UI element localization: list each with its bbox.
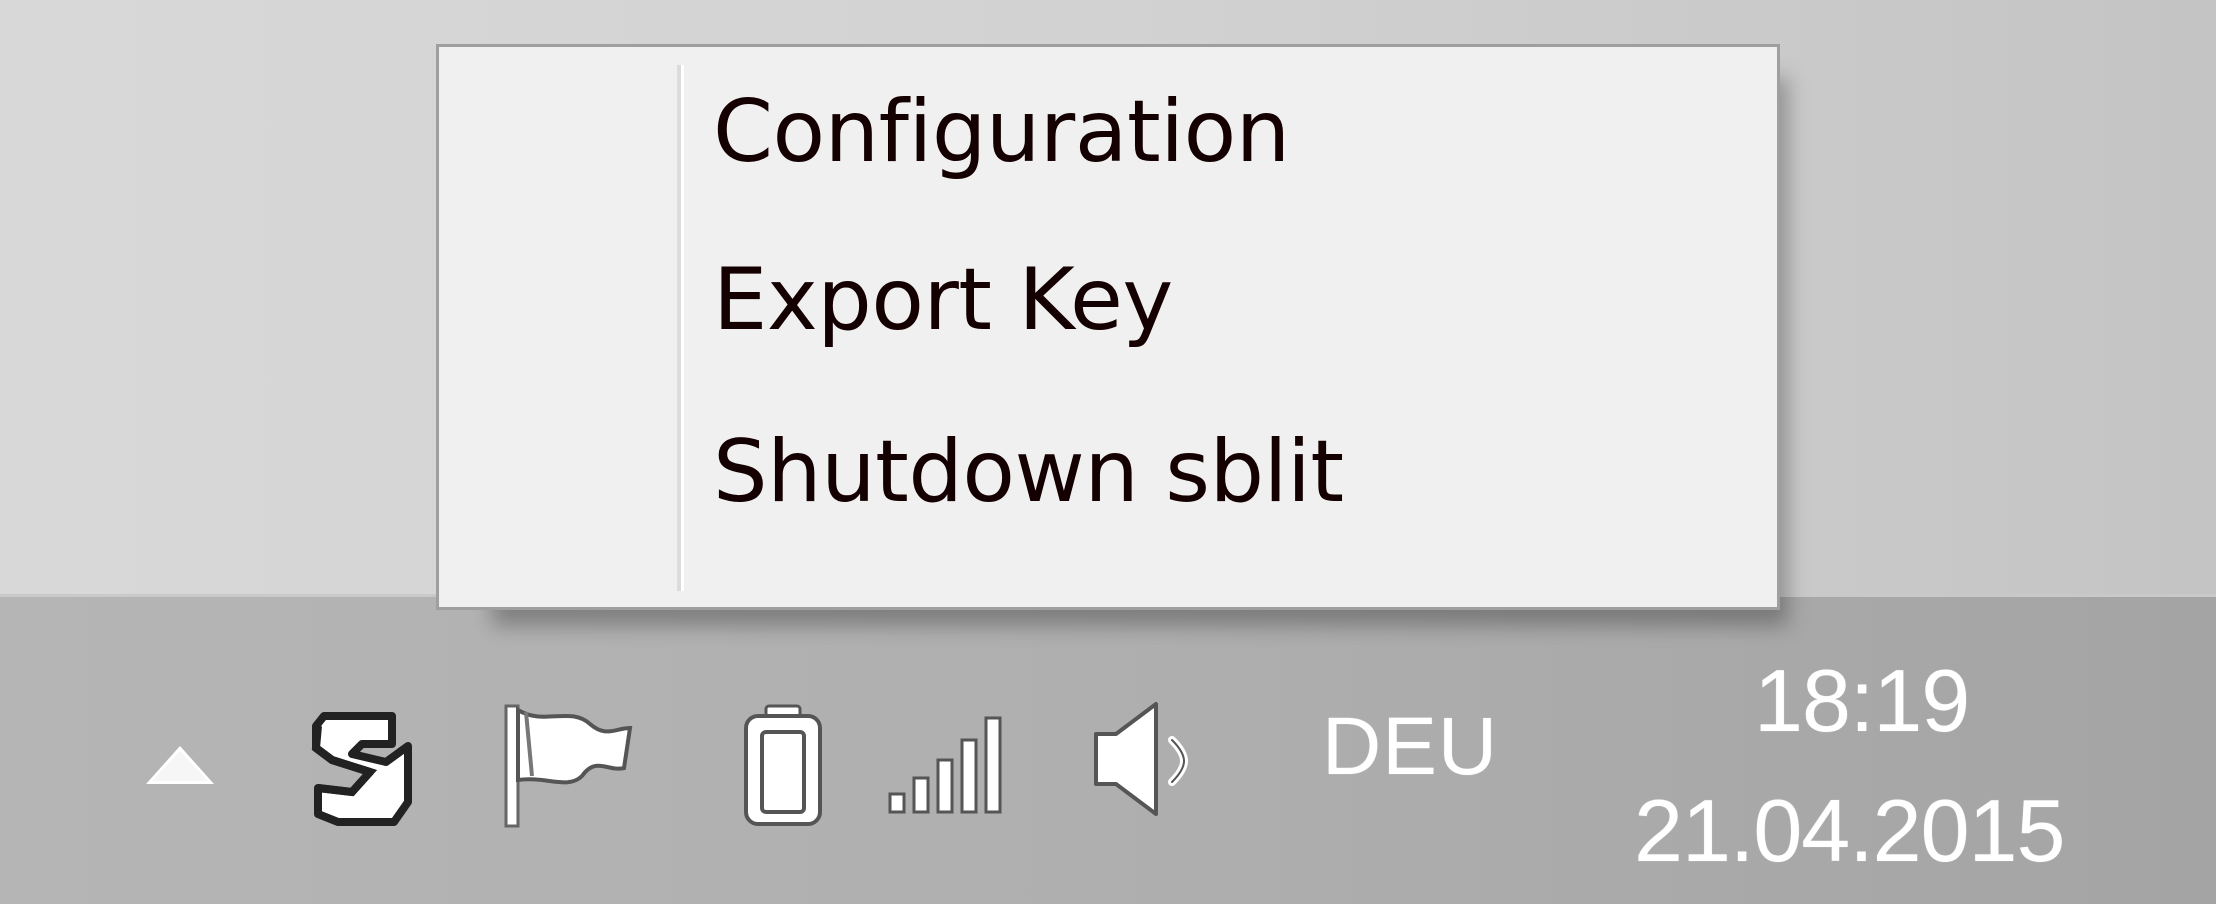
menu-item-configuration[interactable]: Configuration	[439, 47, 1777, 217]
network-signal-icon[interactable]	[886, 708, 1014, 816]
clock-time[interactable]: 18:19	[1754, 650, 1970, 752]
desktop-screen: Configuration Export Key Shutdown sblit …	[0, 0, 2216, 904]
sblit-app-icon[interactable]	[306, 702, 422, 832]
menu-item-shutdown-sblit[interactable]: Shutdown sblit	[439, 387, 1777, 557]
tray-context-menu: Configuration Export Key Shutdown sblit	[436, 44, 1780, 610]
input-language-indicator[interactable]: DEU	[1322, 700, 1498, 794]
battery-icon[interactable]	[740, 702, 826, 830]
volume-icon[interactable]	[1088, 694, 1208, 824]
show-hidden-icons-chevron-icon[interactable]	[140, 736, 220, 796]
clock-date[interactable]: 21.04.2015	[1634, 780, 2065, 882]
action-center-flag-icon[interactable]	[498, 698, 638, 834]
menu-item-export-key[interactable]: Export Key	[439, 215, 1777, 385]
